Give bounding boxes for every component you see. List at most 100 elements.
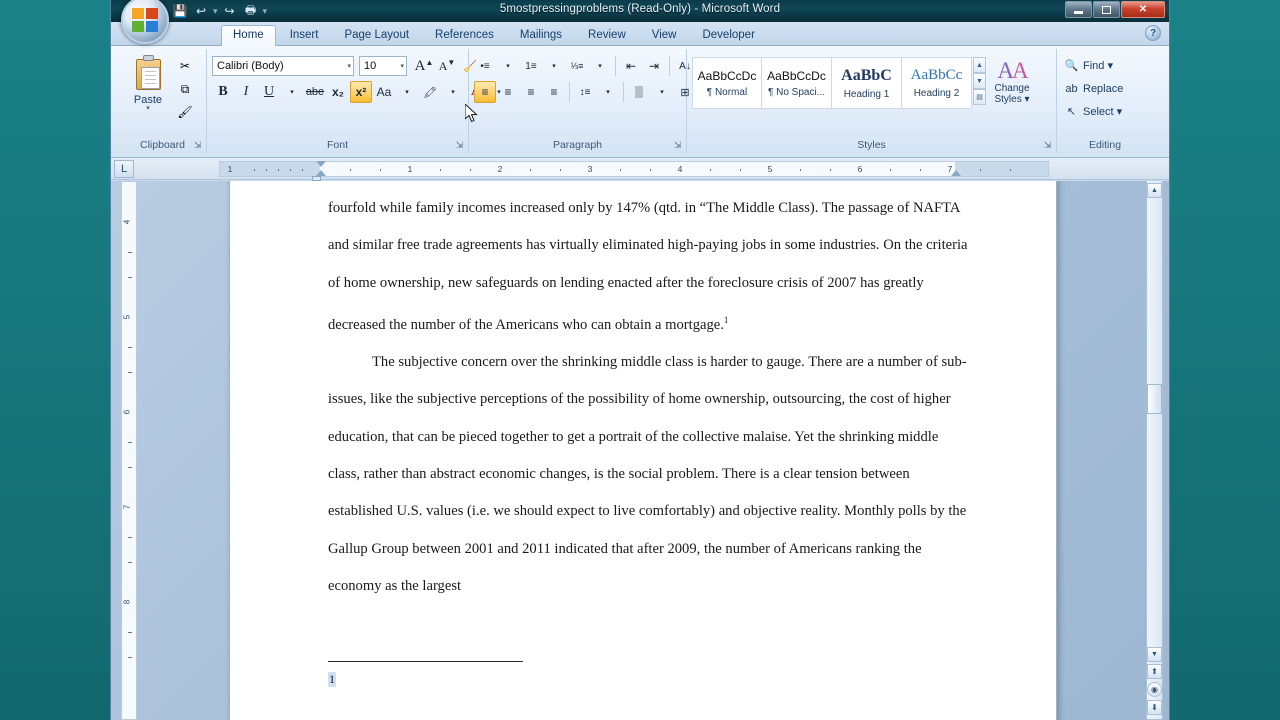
help-icon[interactable]: ?: [1145, 25, 1161, 41]
change-case-dropdown-icon[interactable]: ▾: [396, 81, 418, 103]
tab-home[interactable]: Home: [221, 25, 276, 46]
shading-dropdown-icon[interactable]: ▾: [651, 81, 673, 103]
paste-dropdown-icon[interactable]: ▾: [146, 105, 150, 112]
numbering-button[interactable]: 1≡: [520, 55, 542, 77]
multilevel-dropdown-icon[interactable]: ▾: [589, 55, 611, 77]
grow-font-button[interactable]: A ▲: [413, 55, 435, 77]
tab-stop-selector[interactable]: L: [114, 159, 134, 178]
vertical-scrollbar[interactable]: ▲ ▼ ⬆ ◉ ⬇: [1146, 181, 1163, 720]
tab-references[interactable]: References: [423, 25, 506, 45]
customize-qat-icon[interactable]: ▾: [263, 6, 268, 17]
align-left-button[interactable]: ≡: [474, 81, 496, 103]
font-size-dropdown-icon[interactable]: ▾: [397, 62, 404, 70]
justify-button[interactable]: ≡: [543, 81, 565, 103]
multilevel-list-button[interactable]: ⅓≡: [566, 55, 588, 77]
change-case-button[interactable]: Aa: [373, 81, 395, 103]
replace-button[interactable]: ab Replace: [1062, 78, 1123, 99]
style-tile-normal[interactable]: AaBbCcDc ¶ Normal: [692, 57, 762, 109]
decrease-indent-button[interactable]: ⇤: [620, 55, 642, 77]
line-spacing-button[interactable]: ↕≡: [574, 81, 596, 103]
shrink-font-button[interactable]: A ▼: [436, 55, 458, 77]
vruler-number: 5: [122, 314, 132, 320]
paragraph-dialog-launcher-icon[interactable]: ⇲: [672, 140, 683, 151]
bold-button[interactable]: B: [212, 81, 234, 103]
first-line-indent-marker[interactable]: [316, 161, 326, 167]
vertical-ruler[interactable]: 4 5 6 7 8: [121, 181, 137, 720]
font-dialog-launcher-icon[interactable]: ⇲: [454, 140, 465, 151]
ruler-number: 5: [767, 164, 773, 174]
footnote-number[interactable]: 1: [328, 672, 336, 687]
increase-indent-button[interactable]: ⇥: [643, 55, 665, 77]
tab-insert[interactable]: Insert: [278, 25, 331, 45]
select-browse-object-button[interactable]: ◉: [1147, 682, 1162, 697]
select-button[interactable]: ↖ Select ▾: [1062, 101, 1122, 122]
footnote-separator: [328, 661, 523, 662]
align-right-button[interactable]: ≡: [520, 81, 542, 103]
document-body-text[interactable]: fourfold while family incomes increased …: [328, 190, 972, 605]
undo-dropdown-icon[interactable]: ▾: [213, 6, 218, 17]
shading-button[interactable]: ▒: [628, 81, 650, 103]
ribbon-group-clipboard: Paste ▾ ✂ ⧉ 🖌 Clipboard ⇲: [119, 49, 207, 153]
strikethrough-button[interactable]: abe: [304, 81, 326, 103]
paste-button[interactable]: Paste ▾: [124, 53, 172, 112]
bullets-button[interactable]: •≡: [474, 55, 496, 77]
scrollbar-thumb[interactable]: [1147, 384, 1162, 414]
restore-button[interactable]: [1093, 1, 1120, 18]
font-size-input[interactable]: 10 ▾: [359, 56, 407, 76]
font-name-input[interactable]: Calibri (Body) ▾: [212, 56, 354, 76]
subscript-button[interactable]: x₂: [327, 81, 349, 103]
styles-dialog-launcher-icon[interactable]: ⇲: [1042, 140, 1053, 151]
underline-button[interactable]: U: [258, 81, 280, 103]
superscript-button[interactable]: x²: [350, 81, 372, 103]
highlight-dropdown-icon[interactable]: ▾: [442, 81, 464, 103]
find-button[interactable]: 🔍 Find ▾: [1062, 55, 1113, 76]
style-tile-heading-1[interactable]: AaBbC Heading 1: [832, 57, 902, 109]
text-highlight-button[interactable]: 🖍: [419, 81, 441, 103]
styles-more-icon[interactable]: ▤: [973, 89, 986, 105]
change-styles-button[interactable]: AA Change Styles ▾: [986, 57, 1038, 109]
find-icon: 🔍: [1064, 60, 1079, 72]
style-tile-no-spacing[interactable]: AaBbCcDc ¶ No Spaci...: [762, 57, 832, 109]
style-tile-heading-2[interactable]: AaBbCc Heading 2: [902, 57, 972, 109]
paragraph-group-label: Paragraph: [552, 139, 603, 151]
change-styles-icon: AA: [997, 58, 1028, 83]
styles-gallery: AaBbCcDc ¶ Normal AaBbCcDc ¶ No Spaci...…: [692, 57, 1038, 109]
tab-view[interactable]: View: [640, 25, 689, 45]
styles-scroll-up-icon[interactable]: ▲: [973, 57, 986, 73]
next-object-button[interactable]: ⬇: [1147, 700, 1162, 715]
underline-dropdown-icon[interactable]: ▾: [281, 81, 303, 103]
previous-object-button[interactable]: ⬆: [1147, 664, 1162, 679]
document-paragraph-2: The subjective concern over the shrinkin…: [328, 344, 972, 605]
style-sample: AaBbCc: [910, 67, 963, 83]
tab-review[interactable]: Review: [576, 25, 638, 45]
redo-icon[interactable]: ↪: [221, 2, 239, 20]
numbering-dropdown-icon[interactable]: ▾: [543, 55, 565, 77]
save-icon[interactable]: 💾: [171, 2, 189, 20]
document-page[interactable]: fourfold while family incomes increased …: [229, 181, 1057, 720]
close-button[interactable]: ✕: [1121, 1, 1165, 18]
right-indent-marker[interactable]: [951, 170, 961, 176]
cut-icon[interactable]: ✂: [175, 56, 195, 76]
tab-mailings[interactable]: Mailings: [508, 25, 574, 45]
undo-icon[interactable]: ↩: [192, 2, 210, 20]
italic-button[interactable]: I: [235, 81, 257, 103]
clipboard-dialog-launcher-icon[interactable]: ⇲: [192, 140, 203, 151]
styles-scroll-down-icon[interactable]: ▼: [973, 73, 986, 89]
font-name-dropdown-icon[interactable]: ▾: [344, 62, 351, 70]
tab-page-layout[interactable]: Page Layout: [332, 25, 421, 45]
format-painter-icon[interactable]: 🖌: [175, 102, 195, 122]
line-spacing-dropdown-icon[interactable]: ▾: [597, 81, 619, 103]
change-styles-label-line2: Styles ▾: [994, 94, 1030, 105]
bullets-dropdown-icon[interactable]: ▾: [497, 55, 519, 77]
quick-print-icon[interactable]: 🖶: [242, 2, 260, 20]
style-name: Heading 2: [913, 88, 960, 99]
minimize-button[interactable]: [1065, 1, 1092, 18]
footnote-reference-mark[interactable]: 1: [724, 315, 729, 325]
ribbon-group-paragraph: •≡ ▾ 1≡ ▾ ⅓≡ ▾ ⇤ ⇥ A↓ ¶ ≡ ≡ ≡: [469, 49, 711, 153]
copy-icon[interactable]: ⧉: [175, 79, 195, 99]
tab-developer[interactable]: Developer: [690, 25, 766, 45]
horizontal-ruler[interactable]: 1 1 2 3 4 5 6 7: [219, 161, 1049, 181]
scroll-up-button[interactable]: ▲: [1147, 183, 1162, 198]
align-center-button[interactable]: ≡: [497, 81, 519, 103]
scroll-down-button[interactable]: ▼: [1147, 647, 1162, 662]
